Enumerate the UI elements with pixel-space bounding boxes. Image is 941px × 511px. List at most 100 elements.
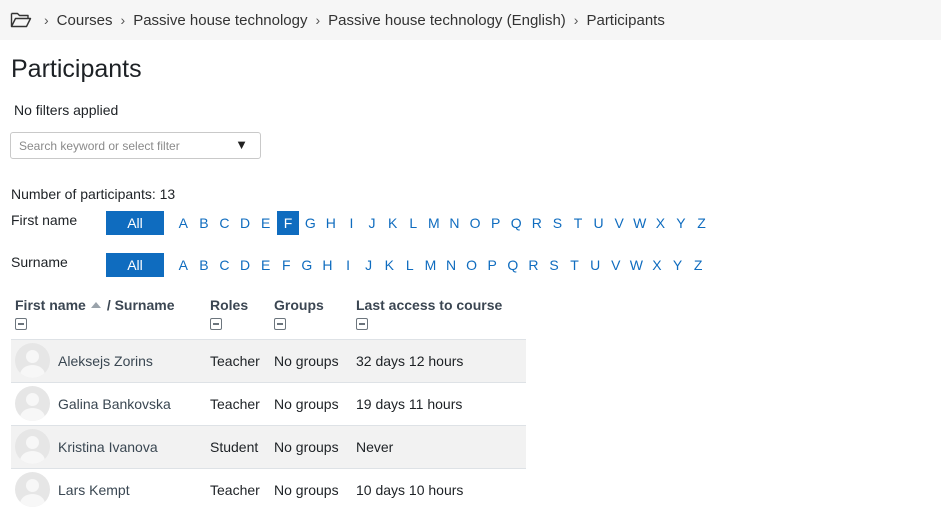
surname-letter-t[interactable]: T	[564, 253, 585, 277]
surname-letter-j[interactable]: J	[358, 253, 379, 277]
first-name-letter-w[interactable]: W	[629, 211, 650, 235]
first-name-letter-z[interactable]: Z	[691, 211, 712, 235]
sort-first-name-link[interactable]: First name	[15, 297, 86, 313]
first-name-letter-k[interactable]: K	[382, 211, 403, 235]
first-name-letter-f[interactable]: F	[276, 211, 299, 235]
surname-initials-label: Surname	[11, 254, 68, 270]
surname-letter-q[interactable]: Q	[503, 253, 524, 277]
surname-letter-c[interactable]: C	[214, 253, 235, 277]
first-name-letter-s[interactable]: S	[547, 211, 568, 235]
surname-letter-l[interactable]: L	[400, 253, 421, 277]
breadcrumb-separator: ›	[573, 12, 579, 28]
first-name-letter-r[interactable]: R	[527, 211, 548, 235]
groups-cell: No groups	[270, 424, 352, 468]
last-access-cell: 10 days 10 hours	[352, 467, 526, 511]
participant-name-link[interactable]: Aleksejs Zorins	[58, 353, 153, 369]
filters-status: No filters applied	[14, 102, 119, 118]
name-cell: Aleksejs Zorins	[11, 338, 206, 382]
column-header-roles: Roles	[206, 295, 270, 339]
first-name-letter-c[interactable]: C	[214, 211, 235, 235]
first-name-initials-label: First name	[11, 212, 78, 228]
name-cell: Galina Bankovska	[11, 381, 206, 425]
surname-all-button[interactable]: All	[106, 253, 164, 277]
first-name-letter-h[interactable]: H	[321, 211, 342, 235]
breadcrumb-courses[interactable]: Courses	[57, 12, 113, 29]
surname-letter-p[interactable]: P	[482, 253, 503, 277]
first-name-letter-q[interactable]: Q	[506, 211, 527, 235]
first-name-letter-e[interactable]: E	[255, 211, 276, 235]
surname-letter-r[interactable]: R	[523, 253, 544, 277]
sort-ascending-icon	[90, 302, 101, 309]
first-name-letter-b[interactable]: B	[194, 211, 215, 235]
avatar	[15, 429, 50, 464]
surname-letter-d[interactable]: D	[235, 253, 256, 277]
table-row: Aleksejs Zorins Teacher No groups 32 day…	[11, 338, 526, 382]
first-name-letter-d[interactable]: D	[235, 211, 256, 235]
surname-letter-g[interactable]: G	[297, 253, 318, 277]
role-cell: Teacher	[206, 467, 270, 511]
first-name-letter-y[interactable]: Y	[671, 211, 692, 235]
last-access-cell: Never	[352, 424, 526, 468]
surname-letter-i[interactable]: I	[338, 253, 359, 277]
surname-letter-group: ABCDEFGHIJKLMNOPQRSTUVWXYZ	[173, 253, 708, 277]
surname-letter-x[interactable]: X	[647, 253, 668, 277]
column-header-groups: Groups	[270, 295, 352, 339]
surname-letter-h[interactable]: H	[317, 253, 338, 277]
collapse-column-icon[interactable]	[274, 318, 286, 330]
groups-cell: No groups	[270, 381, 352, 425]
surname-letter-m[interactable]: M	[420, 253, 441, 277]
breadcrumb-course-category[interactable]: Passive house technology	[133, 12, 307, 29]
surname-letter-s[interactable]: S	[544, 253, 565, 277]
surname-letter-u[interactable]: U	[585, 253, 606, 277]
collapse-column-icon[interactable]	[210, 318, 222, 330]
surname-letter-o[interactable]: O	[461, 253, 482, 277]
surname-letter-y[interactable]: Y	[667, 253, 688, 277]
first-name-letter-a[interactable]: A	[173, 211, 194, 235]
first-name-all-button[interactable]: All	[106, 211, 164, 235]
sort-last-access-link[interactable]: Last access to course	[356, 297, 502, 313]
surname-letter-w[interactable]: W	[626, 253, 647, 277]
avatar	[15, 386, 50, 421]
collapse-column-icon[interactable]	[15, 318, 27, 330]
surname-letter-a[interactable]: A	[173, 253, 194, 277]
surname-letter-k[interactable]: K	[379, 253, 400, 277]
sort-surname-link[interactable]: / Surname	[107, 297, 175, 313]
first-name-letter-x[interactable]: X	[650, 211, 671, 235]
caret-down-icon[interactable]: ▼	[235, 137, 248, 152]
first-name-letter-j[interactable]: J	[362, 211, 383, 235]
surname-letter-f[interactable]: F	[276, 253, 297, 277]
first-name-letter-g[interactable]: G	[300, 211, 321, 235]
first-name-letter-t[interactable]: T	[568, 211, 589, 235]
first-name-letter-v[interactable]: V	[609, 211, 630, 235]
groups-header-label: Groups	[274, 297, 324, 313]
participant-name-link[interactable]: Galina Bankovska	[58, 396, 171, 412]
first-name-letter-m[interactable]: M	[424, 211, 445, 235]
breadcrumb: › Courses › Passive house technology › P…	[0, 0, 941, 40]
breadcrumb-course[interactable]: Passive house technology (English)	[328, 12, 566, 29]
first-name-initials-bar: First name All ABCDEFGHIJKLMNOPQRSTUVWXY…	[11, 211, 712, 235]
first-name-letter-i[interactable]: I	[341, 211, 362, 235]
first-name-letter-o[interactable]: O	[465, 211, 486, 235]
first-name-letter-l[interactable]: L	[403, 211, 424, 235]
breadcrumb-current: Participants	[586, 11, 665, 29]
filter-search-select[interactable]: Search keyword or select filter ▼	[10, 132, 261, 159]
folder-open-icon[interactable]	[10, 11, 32, 29]
collapse-column-icon[interactable]	[356, 318, 368, 330]
surname-letter-n[interactable]: N	[441, 253, 462, 277]
table-row: Lars Kempt Teacher No groups 10 days 10 …	[11, 467, 526, 511]
column-header-name: First name / Surname	[11, 295, 206, 339]
table-header-row: First name / Surname Roles Groups Last ac…	[11, 295, 526, 339]
surname-letter-v[interactable]: V	[605, 253, 626, 277]
surname-letter-b[interactable]: B	[194, 253, 215, 277]
participants-table: First name / Surname Roles Groups Last ac…	[11, 295, 526, 511]
roles-header-label: Roles	[210, 297, 249, 313]
first-name-letter-n[interactable]: N	[444, 211, 465, 235]
participant-name-link[interactable]: Kristina Ivanova	[58, 439, 158, 455]
participant-name-link[interactable]: Lars Kempt	[58, 482, 130, 498]
surname-letter-e[interactable]: E	[255, 253, 276, 277]
surname-letter-z[interactable]: Z	[688, 253, 709, 277]
first-name-letter-p[interactable]: P	[485, 211, 506, 235]
first-name-letter-u[interactable]: U	[588, 211, 609, 235]
avatar	[15, 343, 50, 378]
filter-search-placeholder: Search keyword or select filter	[19, 138, 180, 153]
